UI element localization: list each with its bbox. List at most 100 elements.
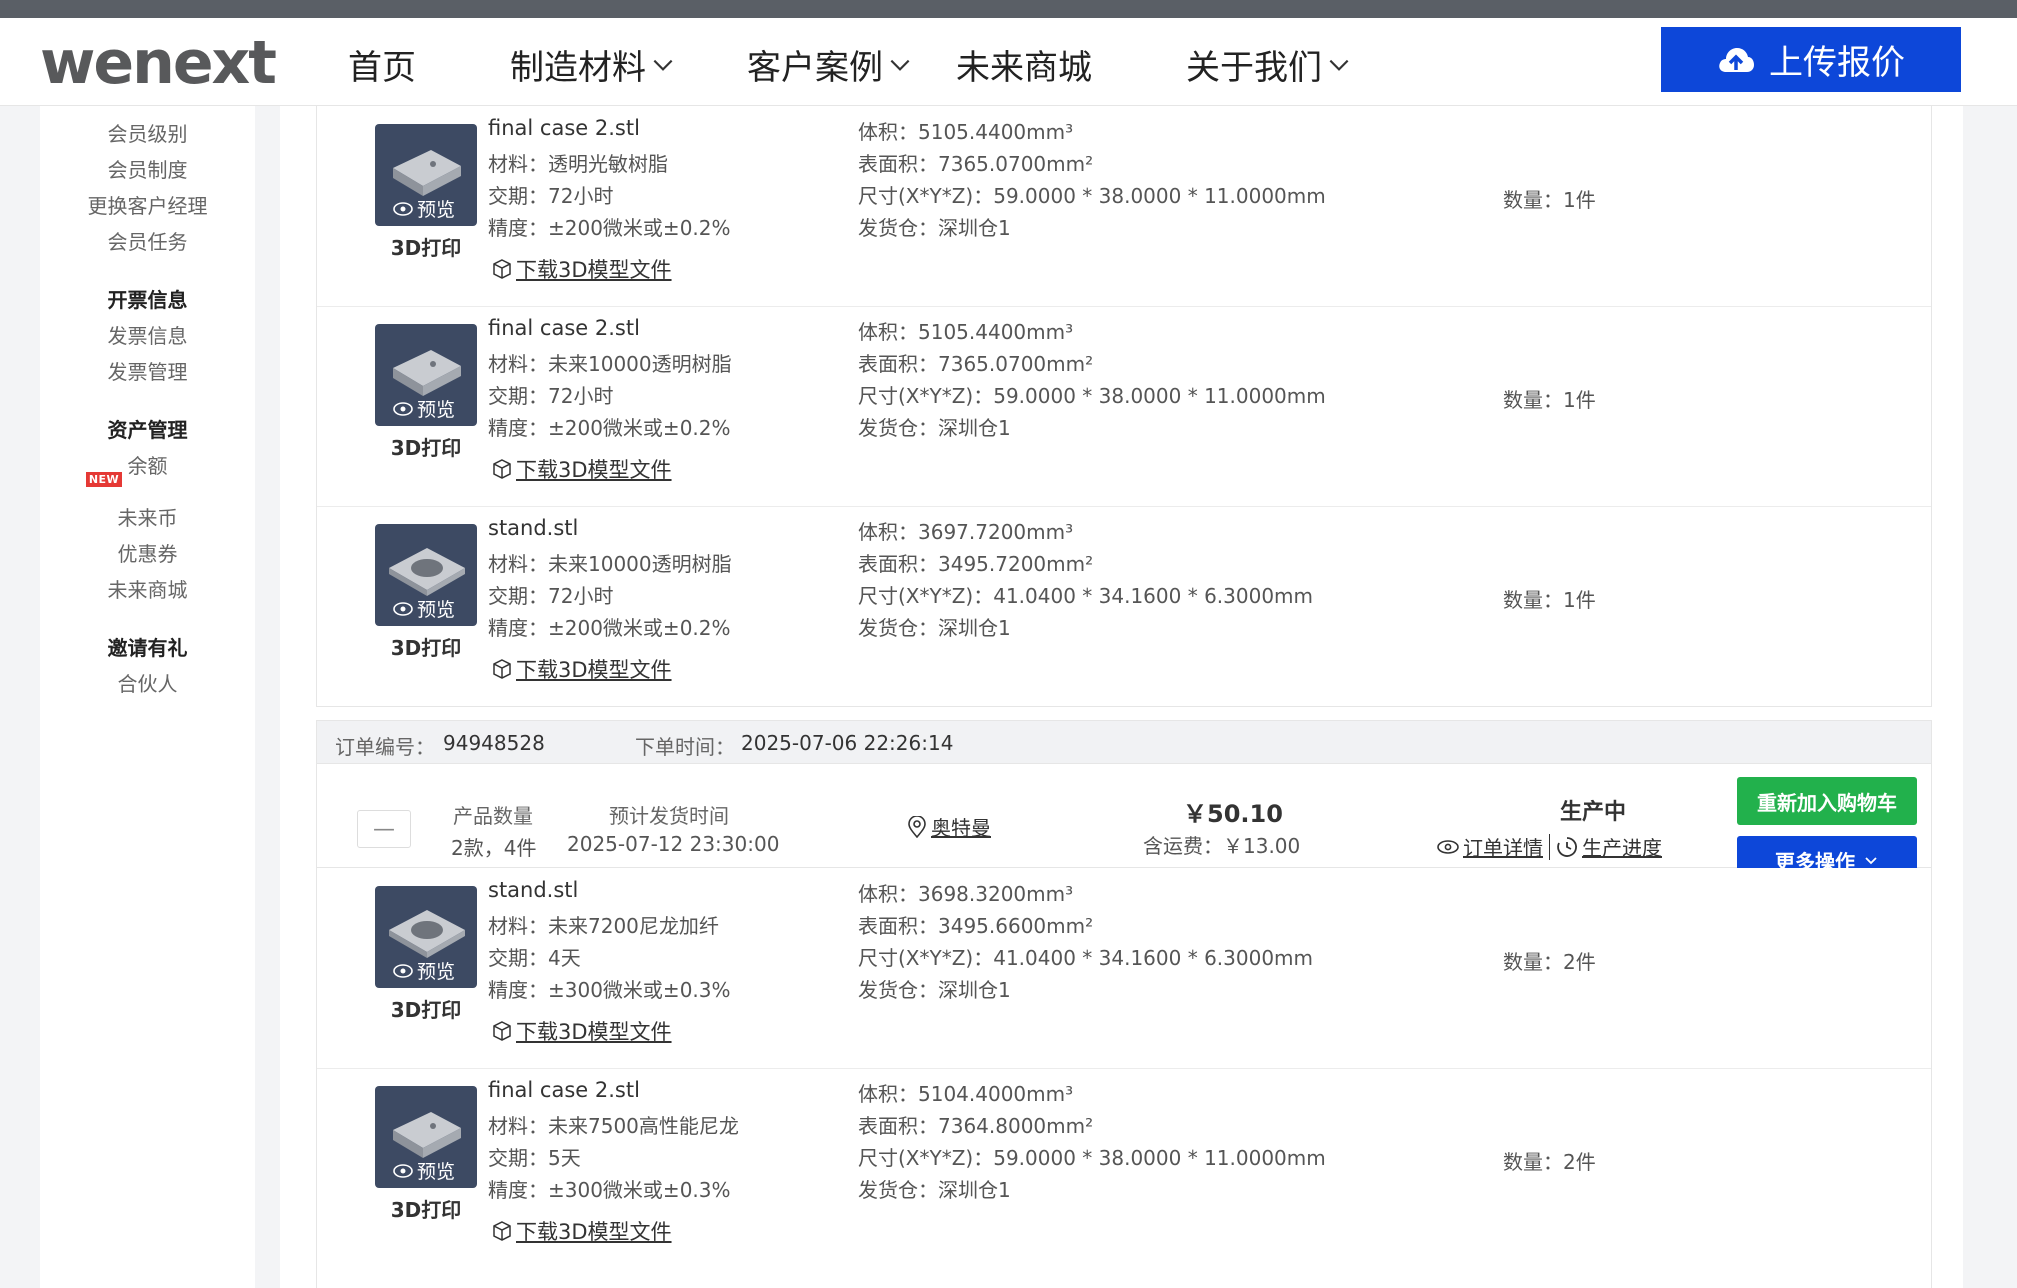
nav-mall[interactable]: 未来商城 — [956, 40, 1092, 89]
warehouse-text: 发货仓：深圳仓1 — [858, 216, 1011, 240]
sidebar-item-member-tasks[interactable]: 会员任务 — [40, 226, 255, 255]
browser-top-strip — [0, 0, 2017, 18]
readd-to-cart-button[interactable]: 重新加入购物车 — [1737, 777, 1917, 825]
area-text: 表面积：7365.0700mm² — [858, 352, 1094, 376]
chevron-down-icon — [653, 59, 673, 71]
sidebar-heading-assets: 资产管理 — [107, 418, 188, 442]
sidebar-item-coupons[interactable]: 优惠券 — [40, 538, 255, 567]
production-progress-link[interactable]: 生产进度 — [1556, 832, 1662, 861]
precision-text: 精度：±200微米或±0.2% — [488, 416, 731, 440]
warehouse-text: 发货仓：深圳仓1 — [858, 1178, 1011, 1202]
material-text: 材料：透明光敏树脂 — [488, 152, 668, 176]
chevron-down-icon — [1329, 59, 1349, 71]
top-navbar: wenext 首页 制造材料 客户案例 未来商城 关于我们 上传报价 — [0, 18, 2017, 106]
preview-link[interactable]: 预览 — [393, 957, 455, 984]
cube-icon — [493, 259, 511, 279]
material-text: 材料：未来10000透明树脂 — [488, 352, 732, 376]
download-model-link[interactable]: 下载3D模型文件 — [491, 1016, 672, 1046]
volume-text: 体积：3697.7200mm³ — [858, 520, 1074, 544]
cloud-upload-icon — [1719, 47, 1754, 72]
quantity-text: 数量：1件 — [1503, 588, 1596, 612]
warehouse-text: 发货仓：深圳仓1 — [858, 416, 1011, 440]
cube-icon — [493, 659, 511, 679]
quantity-text: 数量：1件 — [1503, 388, 1596, 412]
material-text: 材料：未来10000透明树脂 — [488, 552, 732, 576]
process-label: 3D打印 — [390, 236, 462, 260]
preview-link[interactable]: 预览 — [393, 595, 455, 622]
precision-text: 精度：±300微米或±0.3% — [488, 1178, 731, 1202]
download-model-link[interactable]: 下载3D模型文件 — [491, 254, 672, 284]
quantity-text: 数量：2件 — [1503, 950, 1596, 974]
preview-link[interactable]: 预览 — [393, 1157, 455, 1184]
model-thumbnail[interactable]: 预览 — [375, 524, 477, 626]
progress-clock-icon — [1557, 836, 1577, 857]
sidebar-item-invoice-info[interactable]: 发票信息 — [40, 320, 255, 349]
order-status: 生产中 — [1560, 800, 1627, 825]
sidebar-heading-invoice: 开票信息 — [107, 288, 188, 312]
lead-time-text: 交期：72小时 — [488, 384, 614, 408]
size-text: 尺寸(X*Y*Z)：41.0400 * 34.1600 * 6.3000mm — [858, 584, 1314, 608]
sidebar-item-balance[interactable]: 余额 — [40, 450, 255, 479]
quantity-text: 数量：2件 — [1503, 1150, 1596, 1174]
order-item-row: 预览 3D打印 final case 2.stl 材料：未来10000透明树脂 … — [317, 306, 1931, 507]
collapse-button[interactable]: — — [357, 810, 411, 848]
cube-icon — [493, 1221, 511, 1241]
nav-cases[interactable]: 客户案例 — [747, 40, 913, 89]
preview-link[interactable]: 预览 — [393, 195, 455, 222]
model-thumbnail[interactable]: 预览 — [375, 1086, 477, 1188]
sidebar-heading-invite: 邀请有礼 — [107, 636, 188, 660]
nav-home[interactable]: 首页 — [348, 40, 416, 89]
model-thumbnail[interactable]: 预览 — [375, 324, 477, 426]
order-detail-link[interactable]: 订单详情 — [1437, 832, 1543, 861]
chevron-down-icon — [890, 59, 910, 71]
lead-time-text: 交期：72小时 — [488, 584, 614, 608]
eye-icon — [393, 201, 413, 216]
order-item-row: 预览 3D打印 stand.stl 材料：未来7200尼龙加纤 交期：4天 精度… — [317, 868, 1931, 1069]
file-name: stand.stl — [488, 878, 579, 902]
size-text: 尺寸(X*Y*Z)：59.0000 * 38.0000 * 11.0000mm — [858, 184, 1326, 208]
location-pin-icon — [908, 815, 926, 838]
sidebar-item-member-policy[interactable]: 会员制度 — [40, 154, 255, 183]
area-text: 表面积：3495.6600mm² — [858, 914, 1094, 938]
upload-quote-button[interactable]: 上传报价 — [1661, 27, 1961, 92]
eye-icon — [393, 401, 413, 416]
product-count-label: 产品数量 — [453, 804, 533, 828]
eye-icon — [393, 963, 413, 978]
order-header: 订单编号： 94948528 下单时间： 2025-07-06 22:26:14 — [316, 720, 1932, 764]
sidebar-item-coins[interactable]: 未来币 — [40, 502, 255, 531]
sidebar-item-invoice-manage[interactable]: 发票管理 — [40, 356, 255, 385]
size-text: 尺寸(X*Y*Z)：59.0000 * 38.0000 * 11.0000mm — [858, 384, 1326, 408]
precision-text: 精度：±200微米或±0.2% — [488, 216, 731, 240]
wenext-logo[interactable]: wenext — [40, 28, 277, 98]
orders-main-panel: 预览 3D打印 final case 2.stl 材料：透明光敏树脂 交期：72… — [280, 106, 1963, 1288]
new-badge: NEW — [86, 472, 122, 487]
model-thumbnail[interactable]: 预览 — [375, 124, 477, 226]
warehouse-text: 发货仓：深圳仓1 — [858, 616, 1011, 640]
order-items-block: 预览 3D打印 final case 2.stl 材料：透明光敏树脂 交期：72… — [316, 106, 1932, 707]
volume-text: 体积：5105.4400mm³ — [858, 120, 1074, 144]
download-model-link[interactable]: 下载3D模型文件 — [491, 1216, 672, 1246]
address-link[interactable]: 奥特曼 — [907, 812, 991, 841]
file-name: final case 2.stl — [488, 1078, 640, 1102]
area-text: 表面积：3495.7200mm² — [858, 552, 1094, 576]
order-item-row: 预览 3D打印 final case 2.stl 材料：未来7500高性能尼龙 … — [317, 1068, 1931, 1268]
order-time-label: 下单时间： — [635, 735, 735, 759]
order-summary: — 产品数量 2款，4件 预计发货时间 2025-07-12 23:30:00 … — [316, 764, 1932, 884]
sidebar-item-mall[interactable]: 未来商城 — [40, 574, 255, 603]
model-thumbnail[interactable]: 预览 — [375, 886, 477, 988]
download-model-link[interactable]: 下载3D模型文件 — [491, 654, 672, 684]
chevron-down-icon — [1865, 857, 1877, 865]
volume-text: 体积：5104.4000mm³ — [858, 1082, 1074, 1106]
sidebar-item-change-manager[interactable]: 更换客户经理 — [40, 190, 255, 219]
sidebar-item-partner[interactable]: 合伙人 — [40, 668, 255, 697]
file-name: stand.stl — [488, 516, 579, 540]
nav-materials[interactable]: 制造材料 — [510, 40, 676, 89]
nav-about[interactable]: 关于我们 — [1186, 40, 1352, 89]
volume-text: 体积：5105.4400mm³ — [858, 320, 1074, 344]
order-items-block: 预览 3D打印 stand.stl 材料：未来7200尼龙加纤 交期：4天 精度… — [316, 868, 1932, 1288]
sidebar-item-member-level[interactable]: 会员级别 — [40, 118, 255, 147]
download-model-link[interactable]: 下载3D模型文件 — [491, 454, 672, 484]
preview-link[interactable]: 预览 — [393, 395, 455, 422]
process-label: 3D打印 — [390, 998, 462, 1022]
order-item-row: 预览 3D打印 final case 2.stl 材料：透明光敏树脂 交期：72… — [317, 106, 1931, 307]
